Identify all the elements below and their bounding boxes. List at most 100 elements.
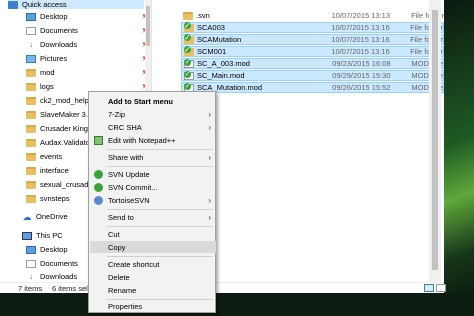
- menu-7zip[interactable]: 7-Zip ›: [90, 108, 216, 120]
- computer-icon: [22, 231, 32, 240]
- nav-item-label: Desktop: [40, 12, 68, 21]
- nav-item-label: svnsteps: [40, 194, 70, 203]
- nav-item-events[interactable]: events: [26, 150, 62, 163]
- menu-add-to-start[interactable]: Add to Start menu: [90, 95, 216, 107]
- nav-item-downloads[interactable]: ↓ Downloads: [26, 38, 77, 51]
- nav-item-label: mod: [40, 68, 55, 77]
- menu-copy[interactable]: Copy: [90, 241, 216, 253]
- file-list-scrollbar[interactable]: [429, 0, 441, 282]
- nav-item-interface[interactable]: interface: [26, 164, 69, 177]
- chevron-right-icon: ›: [208, 122, 211, 132]
- menu-crc-sha[interactable]: CRC SHA ›: [90, 121, 216, 133]
- file-row[interactable]: SCAMutation 10/07/2015 13:16 File folder: [181, 33, 444, 45]
- nav-item-label: Documents: [40, 259, 78, 268]
- nav-item-ck2-mod-help[interactable]: ck2_mod_help: [26, 94, 89, 107]
- nav-item-label: logs: [40, 82, 54, 91]
- nav-item-svnsteps[interactable]: svnsteps: [26, 192, 70, 205]
- nav-item-slavemaker[interactable]: SlaveMaker 3.4: [26, 108, 92, 121]
- menu-send-to[interactable]: Send to ›: [90, 211, 216, 223]
- downloads-icon: ↓: [26, 272, 36, 281]
- menu-item-label: Cut: [108, 229, 120, 239]
- nav-pc-desktop[interactable]: Desktop: [26, 243, 68, 256]
- svn-update-icon: [94, 169, 103, 179]
- file-row[interactable]: .svn 10/07/2015 13:13 File folder: [181, 10, 444, 21]
- nav-scrollbar-thumb[interactable]: [146, 6, 150, 46]
- nav-item-label: Downloads: [40, 272, 78, 281]
- menu-item-label: Delete: [108, 272, 130, 282]
- large-icons-view-button[interactable]: [436, 284, 446, 292]
- downloads-icon: ↓: [26, 40, 36, 49]
- star-icon: [8, 0, 18, 9]
- file-name: SC_A_003.mod: [197, 59, 250, 68]
- nav-item-desktop[interactable]: Desktop: [26, 10, 68, 23]
- details-view-button[interactable]: [424, 284, 434, 292]
- file-date: 09/26/2015 15:52: [332, 83, 391, 92]
- nav-this-pc[interactable]: This PC: [22, 229, 63, 242]
- menu-rename[interactable]: Rename: [90, 284, 216, 296]
- folder-icon: [26, 124, 36, 133]
- file-list-scrollbar-thumb[interactable]: [432, 10, 438, 270]
- menu-item-label: Share with: [108, 152, 144, 162]
- menu-create-shortcut[interactable]: Create shortcut: [90, 258, 216, 270]
- nav-item-logs[interactable]: logs: [26, 80, 54, 93]
- menu-svn-update[interactable]: SVN Update: [90, 168, 216, 180]
- file-name: SCM001: [197, 47, 227, 56]
- file-name: SCAMutation: [197, 35, 242, 44]
- menu-item-label: Add to Start menu: [108, 96, 173, 106]
- file-name: SCA003: [197, 23, 225, 32]
- nav-item-label: Pictures: [40, 54, 68, 63]
- menu-item-label: TortoiseSVN: [108, 195, 150, 205]
- nav-quick-access[interactable]: Quick access: [8, 0, 144, 9]
- nav-item-documents[interactable]: Documents: [26, 24, 78, 37]
- folder-icon: [26, 152, 36, 161]
- items-count: 7 items: [18, 284, 43, 293]
- chevron-right-icon: ›: [208, 109, 211, 119]
- nav-onedrive-label: OneDrive: [36, 212, 68, 221]
- nav-item-label: sexual_crusader: [40, 180, 96, 189]
- nav-item-crusader-kings[interactable]: Crusader Kings: [26, 122, 92, 135]
- menu-share-with[interactable]: Share with ›: [90, 151, 216, 163]
- menu-cut[interactable]: Cut: [90, 228, 216, 240]
- menu-svn-commit[interactable]: SVN Commit...: [90, 181, 216, 193]
- chevron-right-icon: ›: [208, 152, 211, 162]
- nav-item-label: ck2_mod_help: [40, 96, 89, 105]
- nav-item-sexual-crusader[interactable]: sexual_crusader: [26, 178, 95, 191]
- file-name: .svn: [196, 11, 210, 20]
- nav-onedrive[interactable]: ☁ OneDrive: [22, 210, 68, 223]
- nav-item-mod[interactable]: mod: [26, 66, 55, 79]
- menu-edit-notepad[interactable]: Edit with Notepad++: [90, 134, 216, 146]
- nav-item-label: Desktop: [40, 245, 68, 254]
- desktop-wallpaper: [444, 0, 474, 316]
- desktop-icon: [26, 245, 36, 254]
- svn-folder-icon: [184, 45, 194, 56]
- nav-item-label: events: [40, 152, 63, 161]
- menu-delete[interactable]: Delete: [90, 271, 216, 283]
- nav-pc-documents[interactable]: Documents: [26, 257, 78, 270]
- menu-tortoisesvn[interactable]: TortoiseSVN ›: [90, 194, 216, 206]
- menu-properties[interactable]: Properties: [90, 300, 216, 312]
- taskbar-area: [0, 293, 474, 316]
- file-row[interactable]: SC_A_003.mod 09/23/2015 16:08 MOD File: [181, 58, 444, 69]
- nav-item-label: interface: [40, 166, 69, 175]
- menu-separator: [107, 149, 213, 150]
- menu-separator: [107, 209, 213, 210]
- file-row[interactable]: SC_Main.mod 09/29/2015 15:30 MOD File: [181, 70, 444, 81]
- nav-item-audax-validator[interactable]: Audax.Validator: [26, 136, 92, 149]
- cloud-icon: ☁: [22, 211, 32, 222]
- nav-item-label: Audax.Validator: [40, 138, 93, 147]
- file-name: SCA_Mutation.mod: [197, 83, 263, 92]
- file-row[interactable]: SCA_Mutation.mod 09/26/2015 15:52 MOD Fi…: [181, 82, 444, 93]
- menu-item-label: Rename: [108, 285, 137, 295]
- nav-quick-access-label: Quick access: [22, 0, 67, 9]
- file-date: 10/07/2015 13:13: [331, 11, 391, 20]
- menu-item-label: SVN Commit...: [108, 182, 158, 192]
- menu-item-label: Send to: [108, 212, 134, 222]
- folder-icon: [183, 11, 193, 20]
- folder-icon: [26, 138, 36, 147]
- file-row[interactable]: SCA003 10/07/2015 13:16 File folder: [181, 21, 444, 33]
- nav-item-pictures[interactable]: Pictures: [26, 52, 67, 65]
- svn-folder-icon: [184, 33, 194, 44]
- menu-item-label: Edit with Notepad++: [108, 135, 176, 145]
- folder-icon: [26, 110, 36, 119]
- file-row[interactable]: SCM001 10/07/2015 13:16 File folder: [181, 45, 444, 57]
